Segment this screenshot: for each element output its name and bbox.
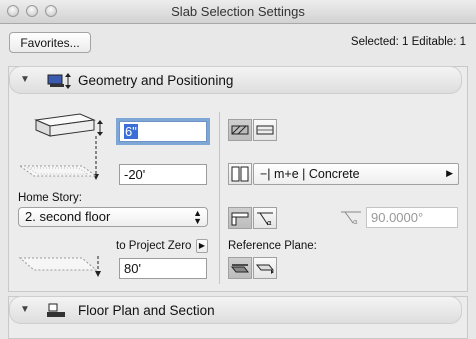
column-divider bbox=[219, 112, 220, 284]
disclosure-triangle-icon[interactable]: ▼ bbox=[20, 304, 30, 315]
window-title: Slab Selection Settings bbox=[171, 4, 305, 19]
offset-field[interactable]: -20' bbox=[119, 164, 207, 185]
slab-icon bbox=[47, 73, 71, 89]
material-select[interactable]: −| m+e | Concrete ▶ bbox=[253, 163, 459, 185]
triangle-right-icon: ▶ bbox=[446, 168, 453, 178]
updown-arrows-icon: ▲ ▼ bbox=[193, 208, 202, 226]
angle-field: 90.0000° bbox=[366, 207, 458, 228]
disclosure-triangle-icon[interactable]: ▼ bbox=[20, 74, 30, 85]
favorites-button[interactable]: Favorites... bbox=[9, 32, 91, 53]
reference-bottom-button[interactable] bbox=[253, 257, 277, 279]
composite-structure-icon bbox=[231, 166, 249, 182]
thickness-field[interactable]: 6" bbox=[119, 121, 207, 142]
sloped-slab-button[interactable]: α bbox=[253, 207, 277, 229]
floorplan-header-label: Floor Plan and Section bbox=[78, 303, 215, 318]
thickness-value: 6" bbox=[124, 124, 138, 139]
angle-icon: α bbox=[341, 211, 361, 226]
home-story-label: Home Story: bbox=[18, 192, 82, 204]
reference-menu-button[interactable]: ▶ bbox=[196, 239, 208, 253]
offset-plane-diagram bbox=[18, 165, 98, 177]
surface-side-button[interactable] bbox=[253, 119, 277, 141]
reference-plane-label: Reference Plane: bbox=[228, 240, 317, 252]
slab-fill-icon bbox=[256, 125, 274, 135]
reference-bottom-icon bbox=[255, 264, 275, 274]
selection-info: Selected: 1 Editable: 1 bbox=[350, 36, 466, 48]
sloped-slab-icon: α bbox=[257, 212, 273, 227]
geometry-header-label: Geometry and Positioning bbox=[78, 73, 234, 88]
svg-text:α: α bbox=[267, 219, 272, 227]
home-story-select[interactable]: 2. second floor ▲ ▼ bbox=[18, 207, 208, 227]
geometry-header[interactable]: ▼ Geometry and Positioning bbox=[9, 66, 462, 94]
horizontal-slab-icon bbox=[231, 212, 249, 226]
material-value: −| m+e | Concrete bbox=[260, 167, 360, 181]
composite-type-button[interactable] bbox=[228, 163, 252, 185]
surface-top-button[interactable] bbox=[228, 119, 252, 141]
slab-hatch-icon bbox=[231, 125, 249, 135]
horizontal-slab-button[interactable] bbox=[228, 207, 252, 229]
reference-top-icon bbox=[230, 264, 250, 273]
project-zero-diagram bbox=[18, 256, 101, 277]
floorplan-header[interactable]: ▼ Floor Plan and Section bbox=[9, 296, 462, 324]
floor-plan-icon bbox=[47, 303, 65, 317]
svg-text:α: α bbox=[353, 218, 358, 226]
home-story-value: 2. second floor bbox=[25, 209, 111, 224]
title-bar: Slab Selection Settings bbox=[0, 0, 476, 24]
to-project-zero-label: to Project Zero bbox=[116, 240, 192, 252]
project-zero-field[interactable]: 80' bbox=[119, 258, 207, 279]
reference-top-button[interactable] bbox=[228, 257, 252, 279]
triangle-right-icon: ▶ bbox=[198, 241, 206, 250]
